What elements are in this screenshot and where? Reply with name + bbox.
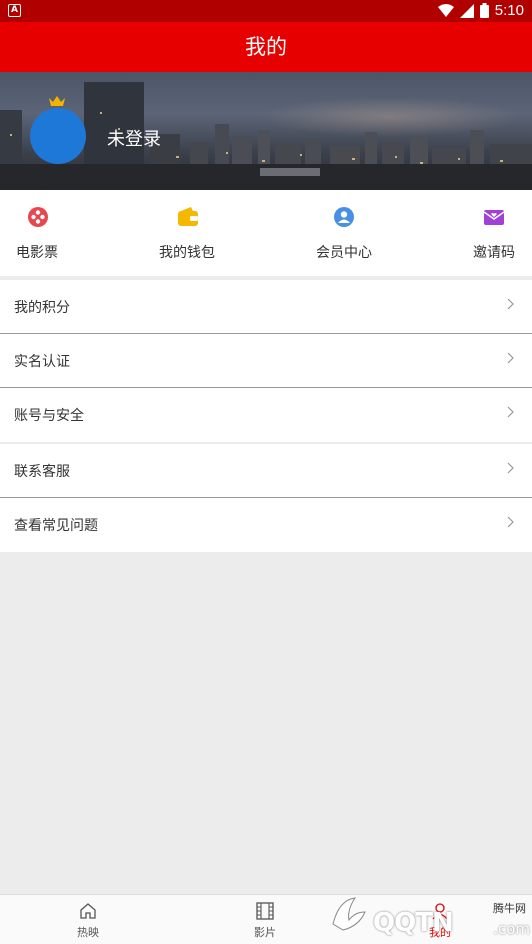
menu-item-points[interactable]: 我的积分	[0, 280, 532, 334]
watermark-brand: QQTN	[373, 908, 454, 938]
quick-item-member-center[interactable]: 会员中心	[306, 190, 382, 276]
film-reel-icon	[28, 207, 48, 227]
status-bar: A 5:10	[0, 0, 532, 22]
tab-movies[interactable]: 影片	[235, 895, 295, 944]
wallet-icon	[178, 207, 198, 226]
login-prompt[interactable]: 未登录	[107, 125, 161, 151]
notification-icon: A	[8, 4, 21, 17]
menu-item-label: 我的积分	[14, 300, 70, 316]
quick-item-invite-code[interactable]: 邀请码	[462, 190, 532, 276]
quick-item-wallet[interactable]: 我的钱包	[150, 190, 226, 276]
crown-icon	[49, 96, 65, 106]
chevron-right-icon	[507, 462, 514, 474]
menu-item-label: 实名认证	[14, 354, 70, 370]
menu-item-label: 查看常见问题	[14, 518, 98, 534]
chevron-right-icon	[507, 516, 514, 528]
quick-item-label: 会员中心	[316, 245, 372, 261]
avatar[interactable]	[30, 108, 86, 164]
chevron-right-icon	[507, 406, 514, 418]
tab-label: 影片	[254, 926, 276, 939]
member-icon	[334, 207, 354, 227]
menu-item-real-name-verification[interactable]: 实名认证	[0, 334, 532, 388]
menu-item-contact-support[interactable]: 联系客服	[0, 444, 532, 498]
quick-item-movie-tickets[interactable]: 电影票	[0, 190, 76, 276]
watermark-suffix: .com	[493, 920, 530, 938]
quick-item-label: 我的钱包	[159, 245, 215, 261]
film-strip-icon	[256, 902, 274, 920]
battery-icon	[479, 3, 489, 18]
menu-item-account-security[interactable]: 账号与安全	[0, 388, 532, 442]
chevron-right-icon	[507, 298, 514, 310]
quick-item-label: 邀请码	[473, 245, 515, 261]
chevron-right-icon	[507, 352, 514, 364]
status-time: 5:10	[494, 2, 524, 19]
page-title: 我的	[0, 22, 532, 72]
wifi-icon	[437, 3, 454, 17]
quick-menu: 电影票 我的钱包 会员中心 邀请码	[0, 190, 532, 276]
menu-item-faq[interactable]: 查看常见问题	[0, 498, 532, 552]
menu-item-label: 联系客服	[14, 464, 70, 480]
menu-item-label: 账号与安全	[14, 408, 84, 424]
menu-group-account: 我的积分 实名认证 账号与安全	[0, 280, 532, 442]
watermark-site: 腾牛网	[493, 902, 526, 915]
tab-label: 热映	[77, 926, 99, 939]
signal-icon	[459, 3, 474, 18]
watermark-logo-icon	[332, 897, 366, 931]
watermark: QQTN 腾牛网 .com	[325, 884, 532, 944]
home-icon	[80, 903, 96, 919]
tab-now-showing[interactable]: 热映	[58, 895, 118, 944]
menu-group-support: 联系客服 查看常见问题	[0, 444, 532, 552]
quick-item-label: 电影票	[16, 245, 58, 261]
envelope-heart-icon	[483, 210, 505, 225]
